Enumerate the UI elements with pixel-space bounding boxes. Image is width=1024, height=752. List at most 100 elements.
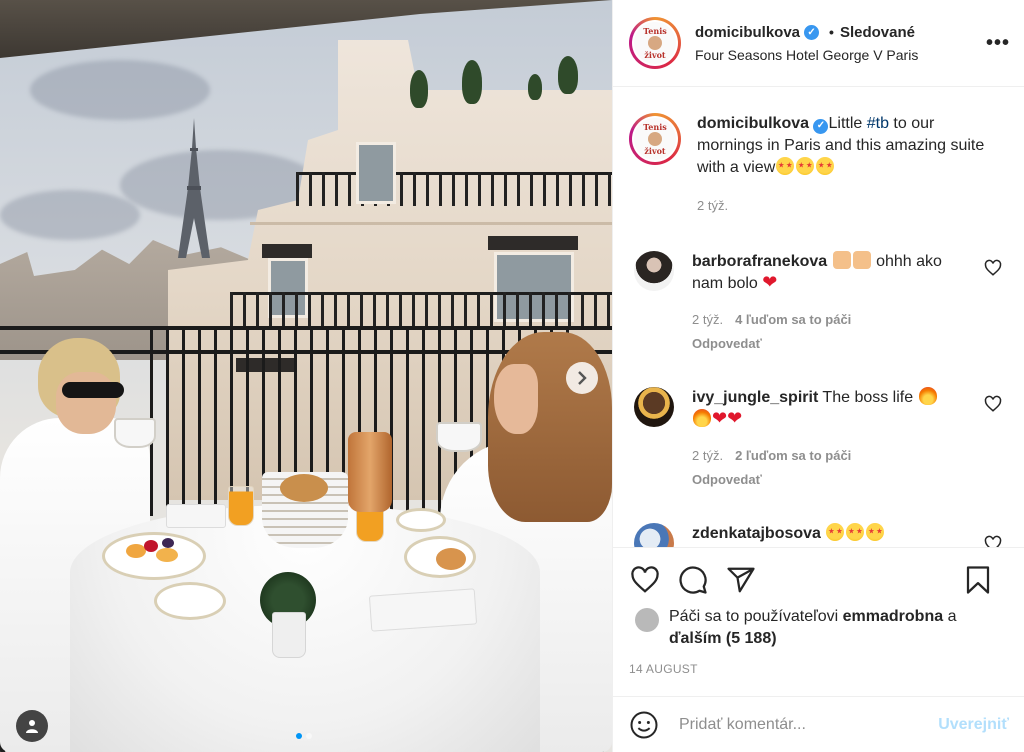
post-location[interactable]: Four Seasons Hotel George V Paris [695,47,1008,63]
post-actions: Páči sa to používateľovi emmadrobna a ďa… [613,547,1024,676]
photo-rooftop-tree [410,70,428,108]
fire-emoji-icon [918,387,937,405]
comment-username[interactable]: barborafranekova [692,253,827,270]
commenter-avatar[interactable] [634,387,674,427]
photo-railing [296,172,612,206]
comment-item: zdenkatajbosova [629,523,1008,547]
comment-username[interactable]: zdenkatajbosova [692,525,821,542]
liker-avatar [635,608,659,632]
photo-plate [154,582,226,620]
reply-button[interactable]: Odpovedať [692,469,952,491]
commenter-avatar[interactable] [634,251,674,291]
photo-rooftop-tree [462,60,482,104]
star-struck-emoji-icon [846,523,865,541]
add-comment-bar: Uverejniť [613,696,1024,752]
liker-username[interactable]: emmadrobna [843,608,943,625]
fire-emoji-icon [693,409,711,427]
photo-plate [396,508,446,532]
comment-item: ivy_jungle_spirit The boss life ❤❤ 2 týž… [629,387,1008,491]
verified-badge-icon: ✓ [804,24,820,40]
photo-cup [114,418,156,448]
photo-person-right-face [494,364,538,434]
comment-like-heart-icon[interactable] [984,395,1002,413]
photo-railing [230,292,612,328]
raised-hands-emoji-icon [852,251,871,269]
star-struck-emoji-icon [826,523,845,541]
comment-like-heart-icon[interactable] [984,535,1002,547]
author-avatar[interactable]: Tenis život [629,17,681,69]
comment-likes[interactable]: 4 ľuďom sa to páči [735,309,851,331]
photo-bread [280,474,328,502]
comment-text: The boss life [818,389,918,406]
post-photo[interactable] [0,0,612,752]
comment-username[interactable]: ivy_jungle_spirit [692,389,818,406]
photo-window-awning [262,244,312,258]
star-struck-emoji-icon [776,157,795,175]
caption-time[interactable]: 2 týž. [697,195,987,217]
comment-like-heart-icon[interactable] [984,259,1002,277]
photo-cup [436,422,482,452]
photo-rooftop-tree [528,74,542,100]
emoji-icon[interactable] [629,710,659,740]
reply-button[interactable]: Odpovedať [692,333,952,355]
comment-icon[interactable] [677,565,709,595]
caption-username[interactable]: domicibulkova [697,115,809,132]
avatar-logo-text: Tenis [643,26,667,36]
carousel-next-button[interactable] [566,362,598,394]
star-struck-emoji-icon [866,523,885,541]
photo-window-awning [488,236,578,250]
photo-window [356,142,396,204]
avatar-logo-text: život [644,146,666,156]
comments-list[interactable]: Tenis život domicibulkova ✓ Little #tb to… [613,87,1024,547]
photo-croissant [436,548,466,570]
star-struck-emoji-icon [796,157,815,175]
photo-juice-jug [348,432,392,512]
photo-napkin [166,504,226,528]
caption-text: Little [828,115,867,132]
comment-item: barborafranekova ohhh ako nam bolo ❤ 2 t… [629,251,1008,355]
comment-time[interactable]: 2 týž. [692,309,723,331]
raised-hands-emoji-icon [832,251,851,269]
commenter-avatar[interactable] [634,523,674,547]
red-heart-emoji-icon: ❤ [712,408,728,428]
likes-text: Páči sa to používateľovi [669,608,843,625]
author-username[interactable]: domicibulkova [695,24,800,41]
more-options-icon[interactable]: ••• [986,32,1010,55]
photo-cornice [250,222,612,225]
tagged-users-button[interactable] [16,710,48,742]
avatar-logo-text: život [644,50,666,60]
comment-time[interactable]: 2 týž. [692,445,723,467]
heart-icon[interactable] [629,565,661,595]
red-heart-emoji-icon: ❤ [762,272,778,292]
likes-text: a [943,608,957,625]
photo-napkin [368,588,478,632]
photo-fruit [126,544,146,558]
avatar-logo-text: Tenis [643,122,667,132]
photo-sunglasses [62,382,124,398]
photo-orange-juice [228,486,254,526]
following-button[interactable]: Sledované [840,24,915,41]
caption-hashtag[interactable]: #tb [867,115,889,132]
carousel-dot-active [296,733,302,739]
likes-count[interactable]: ďalším (5 188) [669,630,777,647]
comment-input[interactable] [679,715,939,734]
post-details-panel: Tenis život domicibulkova ✓ • Sledované … [612,0,1024,752]
likes-summary[interactable]: Páči sa to používateľovi emmadrobna a ďa… [629,606,1009,650]
post-caption: Tenis život domicibulkova ✓ Little #tb to… [629,113,1008,217]
photo-rooftop-tree [558,56,578,94]
caption-author-avatar[interactable]: Tenis život [629,113,681,165]
user-tag-icon [26,720,38,733]
photo-plant-pot [272,612,306,658]
photo-cloud [0,190,140,240]
star-struck-emoji-icon [816,157,835,175]
comment-likes[interactable]: 2 ľuďom sa to páči [735,445,851,467]
avatar-face [648,132,662,146]
post-date[interactable]: 14 AUGUST [629,662,1009,676]
separator-dot: • [829,24,834,40]
share-icon[interactable] [725,565,757,595]
photo-fruit [156,548,178,562]
bookmark-icon[interactable] [963,564,993,596]
post-comment-button[interactable]: Uverejniť [938,716,1009,734]
chevron-right-icon [578,371,587,385]
photo-fruit [162,538,174,548]
